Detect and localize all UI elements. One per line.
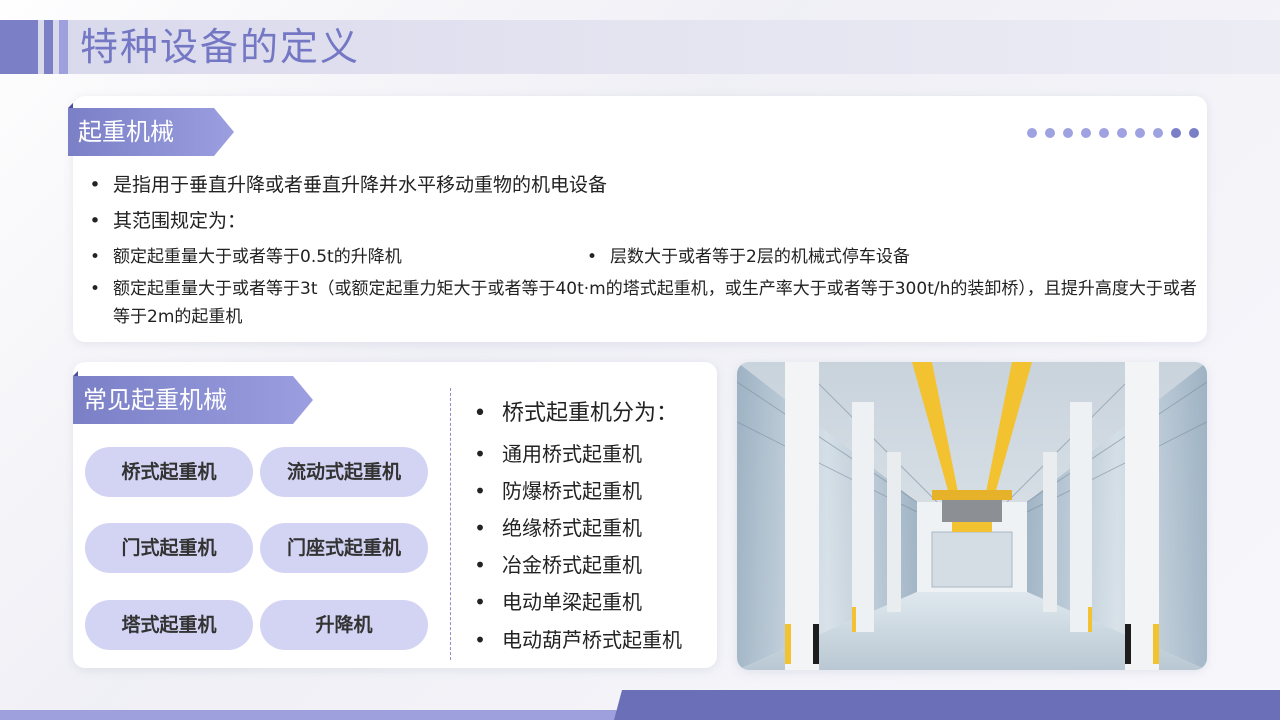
bullet: • [586, 247, 598, 267]
dot [1153, 128, 1163, 138]
warehouse-photo [737, 362, 1207, 670]
pill-tower-crane: 塔式起重机 [85, 600, 253, 650]
dot [1063, 128, 1073, 138]
list-item-text: 绝缘桥式起重机 [502, 516, 642, 540]
list-item-text: 电动单梁起重机 [502, 590, 642, 614]
bullet: • [474, 590, 486, 614]
rule-lift-text: 额定起重量大于或者等于0.5t的升降机 [113, 247, 402, 267]
rule-crane: • 额定起重量大于或者等于3t（或额定起重力矩大于或者等于40t·m的塔式起重机… [90, 275, 1198, 331]
dot [1045, 128, 1055, 138]
dot [1171, 128, 1181, 138]
bullet: • [89, 247, 101, 267]
scope-line: • 其范围规定为： [89, 207, 247, 235]
bullet: • [474, 442, 486, 466]
bullet: • [474, 479, 486, 503]
section-tag-crane-machinery: 起重机械 [68, 108, 234, 156]
scope-text: 其范围规定为： [113, 210, 247, 232]
page-title: 特种设备的定义 [80, 25, 361, 69]
bullet: • [474, 516, 486, 540]
tag-fold-corner [73, 371, 78, 376]
list-item-text: 电动葫芦桥式起重机 [502, 628, 682, 652]
section-tag-common-cranes: 常见起重机械 [73, 376, 313, 424]
list-item: • 绝缘桥式起重机 [474, 514, 642, 542]
list-item-text: 防爆桥式起重机 [502, 479, 642, 503]
pill-mobile-crane: 流动式起重机 [260, 447, 428, 497]
bullet: • [89, 210, 101, 232]
pill-bridge-crane: 桥式起重机 [85, 447, 253, 497]
rule-crane-text: 额定起重量大于或者等于3t（或额定起重力矩大于或者等于40t·m的塔式起重机，或… [113, 279, 1197, 327]
rule-lift: • 额定起重量大于或者等于0.5t的升降机 [90, 243, 402, 271]
bridge-crane-types-heading: • 桥式起重机分为： [474, 400, 679, 428]
list-item: • 通用桥式起重机 [474, 440, 642, 468]
dashed-divider [450, 388, 451, 660]
list-item-text: 冶金桥式起重机 [502, 553, 642, 577]
dot [1117, 128, 1127, 138]
title-accent-stripe [44, 20, 53, 74]
list-item: • 防爆桥式起重机 [474, 477, 642, 505]
bullet: • [474, 628, 486, 652]
rule-parking: • 层数大于或者等于2层的机械式停车设备 [587, 243, 910, 271]
pill-portal-crane: 门座式起重机 [260, 523, 428, 573]
list-item-text: 通用桥式起重机 [502, 442, 642, 466]
pill-gantry-crane: 门式起重机 [85, 523, 253, 573]
bullet: • [89, 174, 101, 196]
dot [1027, 128, 1037, 138]
title-accent-block [0, 20, 38, 74]
footer-strip-dark [614, 690, 1280, 720]
list-item: • 电动单梁起重机 [474, 588, 642, 616]
dot [1135, 128, 1145, 138]
title-accent-stripe-light [59, 20, 68, 74]
definition-text: 是指用于垂直升降或者垂直升降并水平移动重物的机电设备 [113, 174, 608, 196]
tag-fold-corner [68, 103, 73, 108]
decorative-dots [1027, 128, 1199, 138]
pill-lift: 升降机 [260, 600, 428, 650]
bullet: • [473, 401, 487, 426]
rule-parking-text: 层数大于或者等于2层的机械式停车设备 [610, 247, 910, 267]
bullet: • [474, 553, 486, 577]
dot [1099, 128, 1109, 138]
bullet: • [89, 279, 101, 299]
warehouse-illustration [737, 362, 1207, 670]
definition-line: • 是指用于垂直升降或者垂直升降并水平移动重物的机电设备 [89, 171, 608, 199]
list-item: • 冶金桥式起重机 [474, 551, 642, 579]
dot [1189, 128, 1199, 138]
list-item: • 电动葫芦桥式起重机 [474, 626, 682, 654]
heading-text: 桥式起重机分为： [502, 401, 679, 426]
dot [1081, 128, 1091, 138]
